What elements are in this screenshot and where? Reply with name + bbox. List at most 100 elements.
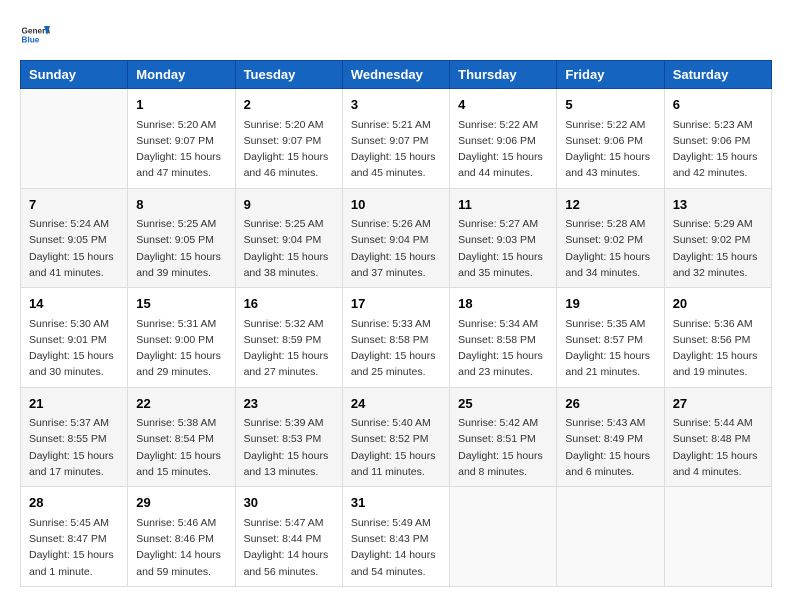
calendar-cell: 14Sunrise: 5:30 AM Sunset: 9:01 PM Dayli… [21,288,128,388]
day-number: 20 [673,294,763,314]
col-header-sunday: Sunday [21,61,128,89]
day-number: 17 [351,294,441,314]
calendar-cell: 17Sunrise: 5:33 AM Sunset: 8:58 PM Dayli… [342,288,449,388]
day-info: Sunrise: 5:30 AM Sunset: 9:01 PM Dayligh… [29,316,119,381]
day-number: 19 [565,294,655,314]
day-info: Sunrise: 5:40 AM Sunset: 8:52 PM Dayligh… [351,415,441,480]
col-header-wednesday: Wednesday [342,61,449,89]
col-header-saturday: Saturday [664,61,771,89]
calendar-cell: 27Sunrise: 5:44 AM Sunset: 8:48 PM Dayli… [664,387,771,487]
calendar-cell: 11Sunrise: 5:27 AM Sunset: 9:03 PM Dayli… [450,188,557,288]
calendar-cell: 23Sunrise: 5:39 AM Sunset: 8:53 PM Dayli… [235,387,342,487]
day-info: Sunrise: 5:28 AM Sunset: 9:02 PM Dayligh… [565,216,655,281]
calendar-cell: 15Sunrise: 5:31 AM Sunset: 9:00 PM Dayli… [128,288,235,388]
day-info: Sunrise: 5:38 AM Sunset: 8:54 PM Dayligh… [136,415,226,480]
day-info: Sunrise: 5:25 AM Sunset: 9:05 PM Dayligh… [136,216,226,281]
day-info: Sunrise: 5:39 AM Sunset: 8:53 PM Dayligh… [244,415,334,480]
calendar-cell: 24Sunrise: 5:40 AM Sunset: 8:52 PM Dayli… [342,387,449,487]
day-number: 1 [136,95,226,115]
day-info: Sunrise: 5:33 AM Sunset: 8:58 PM Dayligh… [351,316,441,381]
calendar-cell: 7Sunrise: 5:24 AM Sunset: 9:05 PM Daylig… [21,188,128,288]
day-info: Sunrise: 5:21 AM Sunset: 9:07 PM Dayligh… [351,117,441,182]
calendar-cell: 1Sunrise: 5:20 AM Sunset: 9:07 PM Daylig… [128,89,235,189]
day-number: 22 [136,394,226,414]
calendar-cell: 2Sunrise: 5:20 AM Sunset: 9:07 PM Daylig… [235,89,342,189]
day-info: Sunrise: 5:46 AM Sunset: 8:46 PM Dayligh… [136,515,226,580]
calendar-cell [450,487,557,587]
calendar-cell: 31Sunrise: 5:49 AM Sunset: 8:43 PM Dayli… [342,487,449,587]
calendar-cell: 6Sunrise: 5:23 AM Sunset: 9:06 PM Daylig… [664,89,771,189]
day-number: 3 [351,95,441,115]
day-number: 8 [136,195,226,215]
day-info: Sunrise: 5:31 AM Sunset: 9:00 PM Dayligh… [136,316,226,381]
day-number: 23 [244,394,334,414]
day-info: Sunrise: 5:43 AM Sunset: 8:49 PM Dayligh… [565,415,655,480]
calendar-cell: 22Sunrise: 5:38 AM Sunset: 8:54 PM Dayli… [128,387,235,487]
day-info: Sunrise: 5:36 AM Sunset: 8:56 PM Dayligh… [673,316,763,381]
calendar-cell: 16Sunrise: 5:32 AM Sunset: 8:59 PM Dayli… [235,288,342,388]
day-number: 14 [29,294,119,314]
calendar-cell: 21Sunrise: 5:37 AM Sunset: 8:55 PM Dayli… [21,387,128,487]
day-info: Sunrise: 5:29 AM Sunset: 9:02 PM Dayligh… [673,216,763,281]
day-info: Sunrise: 5:37 AM Sunset: 8:55 PM Dayligh… [29,415,119,480]
calendar-week-2: 7Sunrise: 5:24 AM Sunset: 9:05 PM Daylig… [21,188,772,288]
day-info: Sunrise: 5:47 AM Sunset: 8:44 PM Dayligh… [244,515,334,580]
day-number: 30 [244,493,334,513]
day-number: 2 [244,95,334,115]
day-info: Sunrise: 5:20 AM Sunset: 9:07 PM Dayligh… [244,117,334,182]
day-number: 25 [458,394,548,414]
day-number: 12 [565,195,655,215]
calendar-week-5: 28Sunrise: 5:45 AM Sunset: 8:47 PM Dayli… [21,487,772,587]
day-number: 5 [565,95,655,115]
calendar-cell [664,487,771,587]
day-number: 6 [673,95,763,115]
day-info: Sunrise: 5:22 AM Sunset: 9:06 PM Dayligh… [565,117,655,182]
day-number: 21 [29,394,119,414]
calendar-cell: 12Sunrise: 5:28 AM Sunset: 9:02 PM Dayli… [557,188,664,288]
day-number: 24 [351,394,441,414]
day-info: Sunrise: 5:22 AM Sunset: 9:06 PM Dayligh… [458,117,548,182]
day-number: 9 [244,195,334,215]
calendar-week-3: 14Sunrise: 5:30 AM Sunset: 9:01 PM Dayli… [21,288,772,388]
col-header-tuesday: Tuesday [235,61,342,89]
calendar-cell: 26Sunrise: 5:43 AM Sunset: 8:49 PM Dayli… [557,387,664,487]
day-number: 27 [673,394,763,414]
day-info: Sunrise: 5:27 AM Sunset: 9:03 PM Dayligh… [458,216,548,281]
day-info: Sunrise: 5:35 AM Sunset: 8:57 PM Dayligh… [565,316,655,381]
day-info: Sunrise: 5:49 AM Sunset: 8:43 PM Dayligh… [351,515,441,580]
day-number: 10 [351,195,441,215]
day-number: 29 [136,493,226,513]
day-info: Sunrise: 5:34 AM Sunset: 8:58 PM Dayligh… [458,316,548,381]
day-number: 16 [244,294,334,314]
day-info: Sunrise: 5:24 AM Sunset: 9:05 PM Dayligh… [29,216,119,281]
logo: General Blue [20,20,50,50]
calendar-cell: 13Sunrise: 5:29 AM Sunset: 9:02 PM Dayli… [664,188,771,288]
calendar-table: SundayMondayTuesdayWednesdayThursdayFrid… [20,60,772,587]
calendar-cell: 9Sunrise: 5:25 AM Sunset: 9:04 PM Daylig… [235,188,342,288]
day-info: Sunrise: 5:44 AM Sunset: 8:48 PM Dayligh… [673,415,763,480]
calendar-cell: 19Sunrise: 5:35 AM Sunset: 8:57 PM Dayli… [557,288,664,388]
col-header-thursday: Thursday [450,61,557,89]
calendar-cell: 5Sunrise: 5:22 AM Sunset: 9:06 PM Daylig… [557,89,664,189]
calendar-cell: 8Sunrise: 5:25 AM Sunset: 9:05 PM Daylig… [128,188,235,288]
calendar-cell: 20Sunrise: 5:36 AM Sunset: 8:56 PM Dayli… [664,288,771,388]
day-number: 31 [351,493,441,513]
calendar-cell: 29Sunrise: 5:46 AM Sunset: 8:46 PM Dayli… [128,487,235,587]
day-number: 26 [565,394,655,414]
day-info: Sunrise: 5:26 AM Sunset: 9:04 PM Dayligh… [351,216,441,281]
day-info: Sunrise: 5:42 AM Sunset: 8:51 PM Dayligh… [458,415,548,480]
calendar-cell: 10Sunrise: 5:26 AM Sunset: 9:04 PM Dayli… [342,188,449,288]
col-header-monday: Monday [128,61,235,89]
calendar-cell: 18Sunrise: 5:34 AM Sunset: 8:58 PM Dayli… [450,288,557,388]
col-header-friday: Friday [557,61,664,89]
calendar-cell [557,487,664,587]
calendar-week-1: 1 Sunrise: 5:20 AM Sunset: 9:07 PM Daylig… [21,89,772,189]
day-info: Sunrise: 5:25 AM Sunset: 9:04 PM Dayligh… [244,216,334,281]
calendar-cell: 30Sunrise: 5:47 AM Sunset: 8:44 PM Dayli… [235,487,342,587]
day-number: 11 [458,195,548,215]
day-number: 7 [29,195,119,215]
calendar-cell: 4Sunrise: 5:22 AM Sunset: 9:06 PM Daylig… [450,89,557,189]
day-number: 13 [673,195,763,215]
day-number: 18 [458,294,548,314]
day-number: 28 [29,493,119,513]
